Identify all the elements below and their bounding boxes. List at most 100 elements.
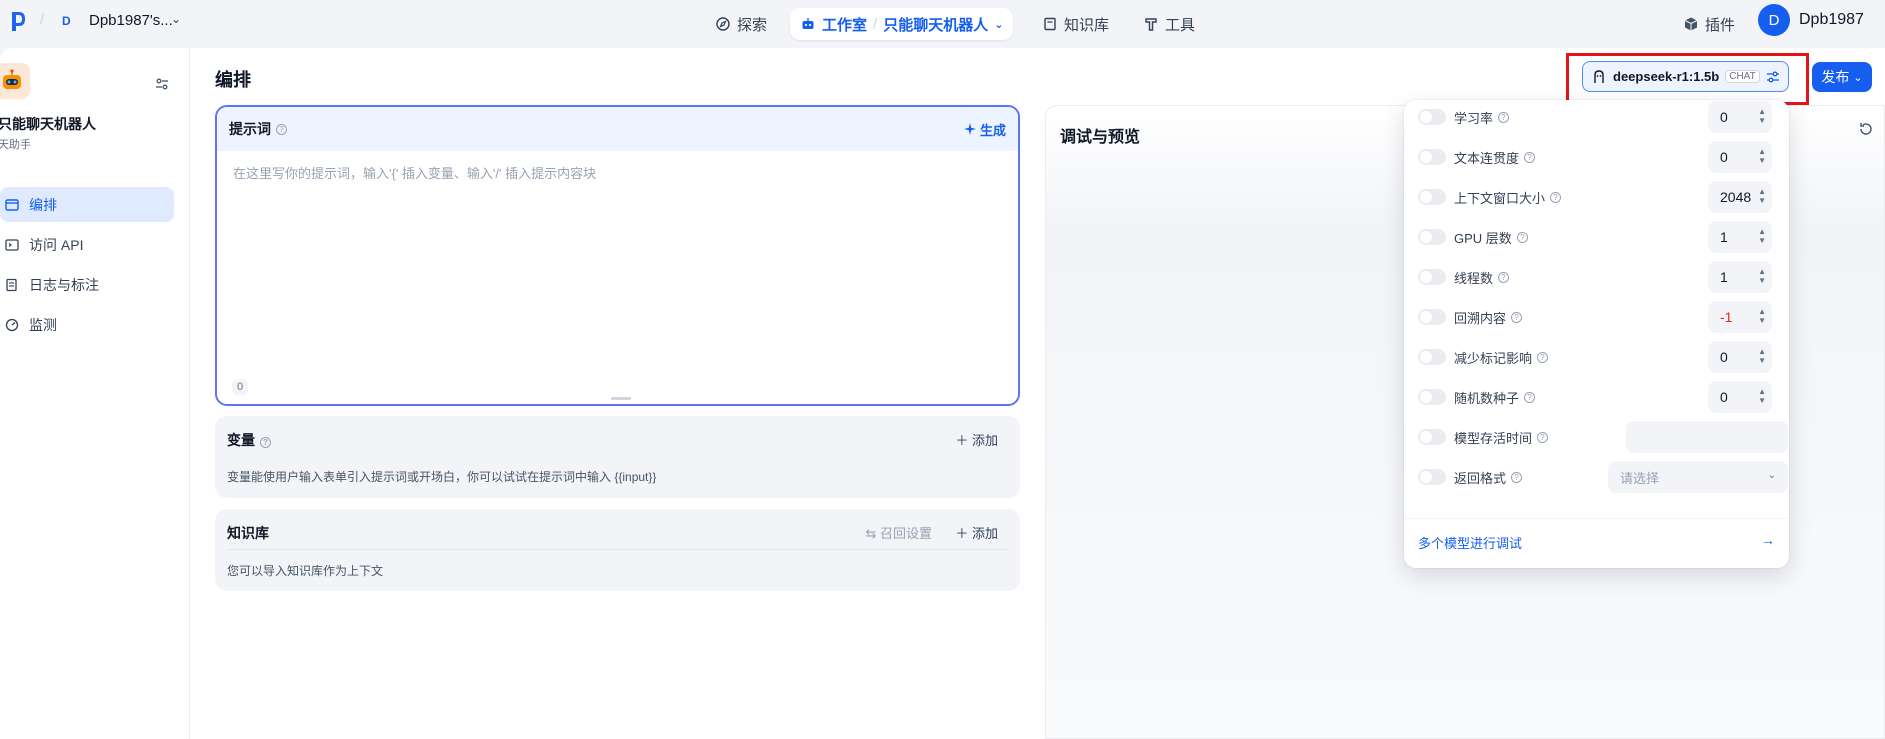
nav-studio[interactable]: 工作室 / 只能聊天机器人 ⌄	[790, 8, 1014, 40]
add-knowledge-button[interactable]: ＋ 添加	[955, 523, 998, 542]
debug-title: 调试与预览	[1060, 129, 1141, 146]
help-icon[interactable]: ?	[1498, 271, 1510, 283]
stepper-icon[interactable]: ▲ ▼	[1758, 107, 1766, 125]
sidebar-item-label: 日志与标注	[29, 276, 99, 293]
help-icon[interactable]: ?	[260, 437, 271, 448]
help-icon[interactable]: ?	[1524, 151, 1536, 163]
arrow-right-icon[interactable]: →	[1761, 532, 1775, 548]
char-count: 0	[232, 379, 249, 395]
param-row: 减少标记影响? 0 ▲ ▼	[1418, 340, 1778, 374]
param-number-input[interactable]: 1 ▲ ▼	[1708, 261, 1772, 293]
param-number-input[interactable]: 2048 ▲ ▼	[1708, 181, 1772, 213]
knowledge-description: 您可以导入知识库作为上下文	[227, 564, 384, 578]
sliders-icon[interactable]	[154, 76, 170, 92]
nav-tools[interactable]: 工具	[1133, 8, 1205, 40]
stepper-icon[interactable]: ▲ ▼	[1758, 267, 1766, 285]
cube-icon	[1684, 17, 1698, 31]
nav-explore[interactable]: 探索	[705, 8, 777, 40]
param-row: 线程数? 1 ▲ ▼	[1418, 260, 1778, 294]
current-app-label[interactable]: 只能聊天机器人	[883, 14, 988, 35]
app-sidebar: 只能聊天机器人 天助手 编排 访问 API 日志与标注 监测	[0, 48, 190, 739]
help-icon[interactable]: ?	[1550, 191, 1562, 203]
refresh-icon[interactable]	[1858, 121, 1874, 137]
format-select[interactable]: 请选择 ⌄	[1608, 461, 1788, 493]
help-icon[interactable]: ?	[1516, 231, 1528, 243]
keep-alive-input[interactable]	[1626, 421, 1788, 453]
prompt-header: 提示词 ? 生成	[217, 107, 1018, 151]
generate-button[interactable]: 生成	[963, 120, 1006, 139]
divider	[1404, 518, 1789, 519]
robot-icon	[802, 18, 814, 29]
help-icon[interactable]: ?	[1511, 311, 1523, 323]
param-number-input[interactable]: -1 ▲ ▼	[1708, 301, 1772, 333]
param-number-input[interactable]: 0 ▲ ▼	[1708, 141, 1772, 173]
prompt-label: 提示词	[229, 121, 271, 137]
help-icon[interactable]: ?	[276, 123, 287, 135]
prompt-editor[interactable]: 提示词 ? 生成 在这里写你的提示词，输入'{' 插入变量、输入'/' 插入提示…	[215, 105, 1020, 406]
chevron-down-icon[interactable]: ⌄	[171, 12, 181, 26]
param-toggle[interactable]	[1418, 269, 1446, 285]
resize-handle[interactable]	[611, 397, 631, 400]
param-toggle[interactable]	[1418, 149, 1446, 165]
help-icon[interactable]: ?	[1537, 431, 1549, 443]
stepper-icon[interactable]: ▲ ▼	[1758, 187, 1766, 205]
param-value: 1	[1720, 229, 1728, 245]
param-toggle[interactable]	[1418, 389, 1446, 405]
prompt-input[interactable]: 在这里写你的提示词，输入'{' 插入变量、输入'/' 插入提示内容块	[233, 163, 596, 182]
param-row: GPU 层数? 1 ▲ ▼	[1418, 220, 1778, 254]
nav-knowledge[interactable]: 知识库	[1032, 8, 1119, 40]
publish-button[interactable]: 发布 ⌄	[1812, 62, 1872, 92]
log-icon	[6, 278, 17, 291]
multi-model-debug-link[interactable]: 多个模型进行调试	[1418, 533, 1522, 552]
nav-tools-label: 工具	[1165, 16, 1196, 34]
stepper-icon[interactable]: ▲ ▼	[1758, 227, 1766, 245]
param-row: 文本连贯度? 0 ▲ ▼	[1418, 140, 1778, 174]
param-toggle[interactable]	[1418, 309, 1446, 325]
sidebar-item-orchestrate[interactable]: 编排	[0, 187, 174, 222]
stepper-icon[interactable]: ▲ ▼	[1758, 307, 1766, 325]
plugins-label: 插件	[1705, 16, 1736, 34]
layout-icon	[5, 198, 19, 211]
help-icon[interactable]: ?	[1511, 471, 1523, 483]
param-toggle[interactable]	[1418, 429, 1446, 445]
plugins-button[interactable]: 插件	[1673, 8, 1745, 40]
param-number-input[interactable]: 1 ▲ ▼	[1708, 221, 1772, 253]
chevron-down-icon[interactable]: ⌄	[994, 18, 1003, 31]
sidebar-item-monitor[interactable]: 监测	[0, 307, 174, 342]
dify-logo-icon[interactable]	[10, 10, 26, 32]
param-toggle[interactable]	[1418, 189, 1446, 205]
param-toggle[interactable]	[1418, 229, 1446, 245]
param-number-input[interactable]: 0 ▲ ▼	[1708, 101, 1772, 133]
recall-settings-button: ⇆ 召回设置	[865, 526, 932, 541]
stepper-icon[interactable]: ▲ ▼	[1758, 387, 1766, 405]
select-placeholder: 请选择	[1620, 470, 1660, 486]
app-avatar	[0, 63, 30, 99]
param-toggle[interactable]	[1418, 349, 1446, 365]
recall-label: 召回设置	[879, 526, 932, 541]
param-toggle[interactable]	[1418, 469, 1446, 485]
param-number-input[interactable]: 0 ▲ ▼	[1708, 381, 1772, 413]
user-name[interactable]: Dpb1987	[1799, 11, 1864, 29]
user-avatar[interactable]: D	[1758, 4, 1790, 36]
add-variable-button[interactable]: ＋ 添加	[955, 430, 998, 449]
knowledge-title: 知识库	[227, 525, 269, 541]
sidebar-item-logs[interactable]: 日志与标注	[0, 267, 174, 302]
help-icon[interactable]: ?	[1537, 351, 1549, 363]
hammer-icon	[1145, 18, 1157, 31]
sidebar-item-api[interactable]: 访问 API	[0, 227, 174, 262]
param-label: 学习率	[1454, 110, 1494, 126]
param-label: 回溯内容	[1454, 310, 1507, 326]
variables-panel: 变量? ＋ 添加 变量能使用户输入表单引入提示词或开场白，你可以试试在提示词中输…	[215, 416, 1020, 498]
monitor-icon	[5, 318, 19, 331]
sidebar-item-label: 监测	[29, 316, 57, 333]
stepper-icon[interactable]: ▲ ▼	[1758, 147, 1766, 165]
param-toggle[interactable]	[1418, 109, 1446, 125]
help-icon[interactable]: ?	[1498, 111, 1510, 123]
param-row: 回溯内容? -1 ▲ ▼	[1418, 300, 1778, 334]
publish-label: 发布	[1821, 69, 1850, 85]
workspace-selector[interactable]: Dpb1987's...	[89, 12, 173, 29]
help-icon[interactable]: ?	[1524, 391, 1536, 403]
chevron-down-icon: ⌄	[1767, 470, 1776, 481]
param-number-input[interactable]: 0 ▲ ▼	[1708, 341, 1772, 373]
stepper-icon[interactable]: ▲ ▼	[1758, 347, 1766, 365]
